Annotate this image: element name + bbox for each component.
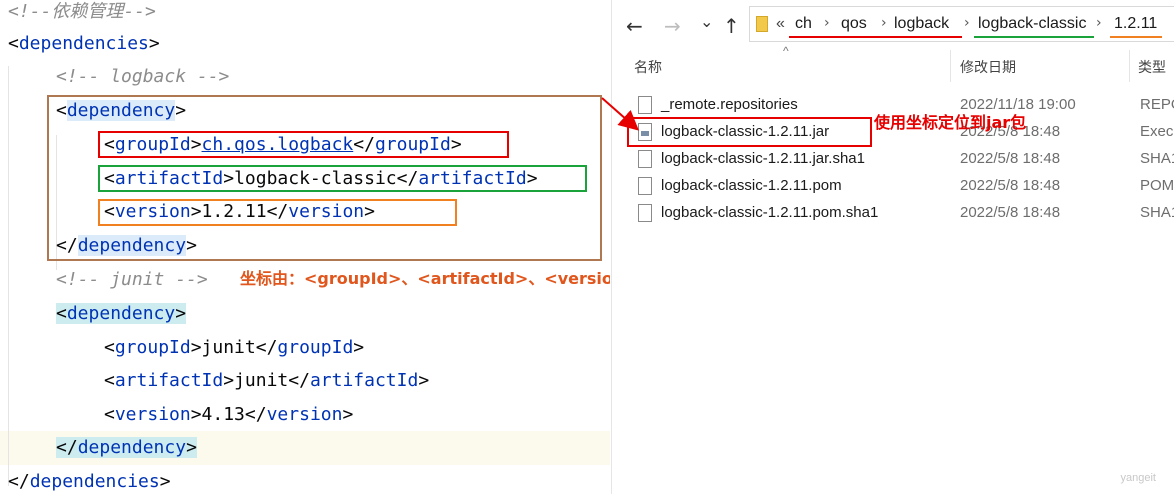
annotation-arrow	[601, 97, 639, 131]
watermark: yangeit	[1120, 472, 1156, 484]
